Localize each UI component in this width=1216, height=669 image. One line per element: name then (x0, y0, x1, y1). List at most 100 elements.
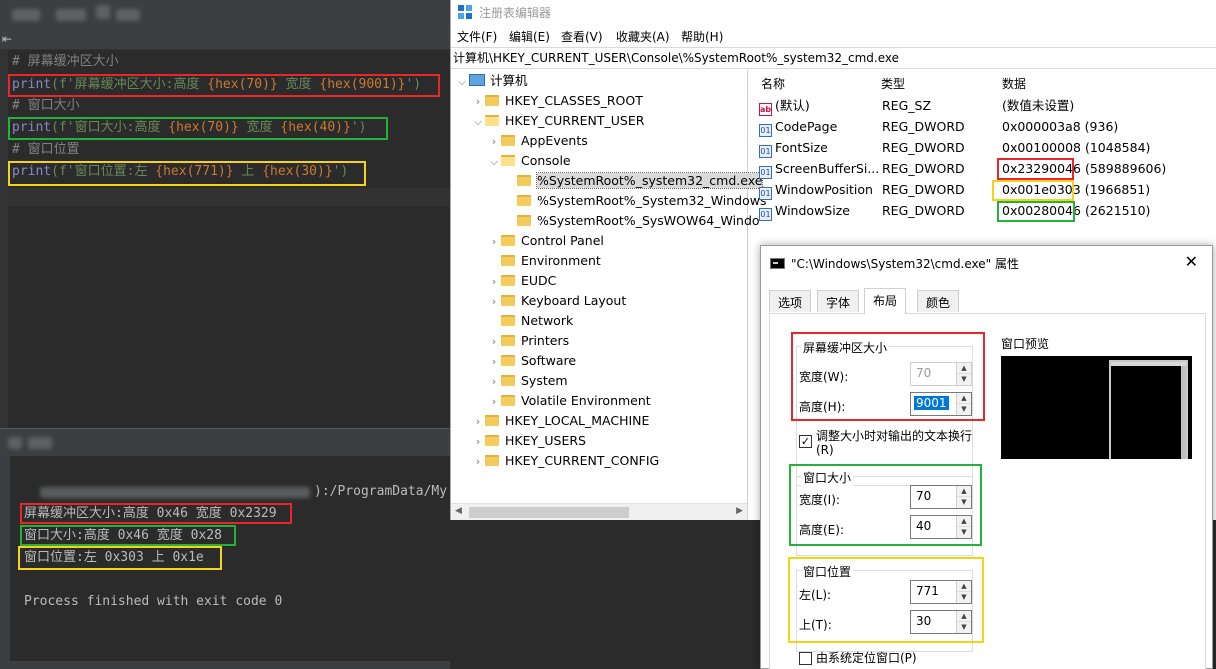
tab-colors[interactable]: 颜色 (917, 290, 960, 312)
tree-item-hku[interactable]: › HKEY_USERS (471, 431, 586, 451)
chevron-up-icon[interactable]: ▲ (957, 486, 971, 497)
tab-layout[interactable]: 布局 (864, 288, 907, 314)
chevron-right-icon[interactable]: › (487, 232, 501, 252)
chevron-down-icon[interactable]: ▼ (957, 527, 971, 538)
tab-font[interactable]: 字体 (817, 290, 860, 312)
stepper-buttons[interactable]: ▲ ▼ (956, 611, 971, 633)
tree-label: Console (521, 153, 571, 168)
scrollbar-thumb[interactable] (469, 507, 629, 518)
address-bar[interactable]: 计算机\HKEY_CURRENT_USER\Console\%SystemRoo… (451, 47, 1216, 69)
tree-item-volatile-environment[interactable]: › Volatile Environment (487, 391, 651, 411)
chevron-down-icon[interactable]: ▼ (957, 592, 971, 603)
scroll-left-icon[interactable]: ◀ (455, 506, 462, 516)
tree-item-appevents[interactable]: › AppEvents (487, 131, 588, 151)
tree-item-hkcu[interactable]: ⌵ HKEY_CURRENT_USER (471, 111, 645, 132)
tree-item-hkcr[interactable]: › HKEY_CLASSES_ROOT (471, 91, 643, 111)
stepper-buttons[interactable]: ▲ ▼ (956, 581, 971, 603)
chevron-right-icon[interactable]: › (471, 412, 485, 432)
tree-horizontal-scrollbar[interactable]: ◀ ▶ (451, 503, 747, 520)
window-top-stepper[interactable]: 30 ▲ ▼ (910, 610, 972, 634)
menu-view[interactable]: 查看(V) (561, 28, 603, 45)
tree-item-console[interactable]: ⌵ Console (487, 151, 571, 171)
value-dec: (589889606) (1084, 161, 1167, 176)
chevron-up-icon[interactable]: ▲ (957, 363, 971, 374)
chevron-right-icon[interactable]: › (487, 292, 501, 312)
tree-item-computer[interactable]: ⌵ 计算机 (455, 71, 528, 91)
tree-item-system[interactable]: › System (487, 371, 568, 391)
chevron-down-icon[interactable]: ▼ (957, 374, 971, 385)
folder-icon (485, 95, 499, 106)
chevron-right-icon[interactable]: › (487, 352, 501, 372)
chevron-up-icon[interactable]: ▲ (957, 393, 971, 404)
value-row[interactable]: 01 FontSize (759, 137, 828, 158)
blurred-title (56, 9, 86, 21)
blurred-title (116, 9, 140, 21)
value-data: 0x00280046 (2621510) (1002, 200, 1150, 221)
registry-tree[interactable]: ⌵ 计算机 › HKEY_CLASSES_ROOT ⌵ HKEY_CURRENT_US… (451, 70, 767, 520)
chevron-right-icon[interactable]: › (487, 332, 501, 352)
tree-item-cmd-selected[interactable]: %SystemRoot%_system32_cmd.exe (503, 171, 764, 191)
tree-item-wow64[interactable]: %SystemRoot%_SysWOW64_Windo (503, 211, 760, 231)
chevron-down-icon[interactable]: ⌵ (455, 72, 469, 92)
chevron-right-icon[interactable]: › (487, 272, 501, 292)
chevron-right-icon[interactable]: › (487, 392, 501, 412)
tree-item-environment[interactable]: Environment (487, 251, 601, 271)
tree-item-network[interactable]: Network (487, 311, 573, 331)
chevron-down-icon[interactable]: ▼ (957, 622, 971, 633)
code-editor[interactable]: # 屏幕缓冲区大小 print(f'屏幕缓冲区大小:高度 {hex(70)} 宽… (0, 50, 450, 428)
chevron-right-icon[interactable]: › (471, 452, 485, 472)
chevron-right-icon[interactable]: › (487, 132, 501, 152)
value-row[interactable]: 01 ScreenBufferSi... (759, 158, 879, 179)
chevron-up-icon[interactable]: ▲ (957, 516, 971, 527)
window-width-stepper[interactable]: 70 ▲ ▼ (910, 485, 972, 509)
chevron-right-icon[interactable]: › (471, 432, 485, 452)
value-row[interactable]: 01 WindowPosition (759, 179, 873, 200)
column-header-type[interactable]: 类型 (881, 75, 905, 92)
window-left-stepper[interactable]: 771 ▲ ▼ (910, 580, 972, 604)
stepper-buttons[interactable]: ▲ ▼ (956, 486, 971, 508)
chevron-down-icon[interactable]: ⌵ (471, 112, 485, 132)
value-row[interactable]: ab (默认) (759, 95, 810, 116)
tree-item-hkcc[interactable]: › HKEY_CURRENT_CONFIG (471, 451, 659, 471)
window-height-stepper[interactable]: 40 ▲ ▼ (910, 515, 972, 539)
run-console[interactable]: ):/ProgramData/My 屏幕缓冲区大小:高度 0x46 宽度 0x2… (10, 456, 450, 669)
folder-icon (517, 195, 531, 206)
tree-item-hklm[interactable]: › HKEY_LOCAL_MACHINE (471, 411, 650, 432)
folder-open-icon (485, 115, 499, 126)
stepper-buttons[interactable]: ▲ ▼ (956, 516, 971, 538)
chevron-right-icon[interactable]: › (487, 372, 501, 392)
chevron-right-icon[interactable]: › (471, 92, 485, 112)
tree-item-keyboard-layout[interactable]: › Keyboard Layout (487, 291, 626, 311)
tab-options[interactable]: 选项 (769, 290, 812, 312)
value-name: WindowSize (775, 203, 850, 218)
close-icon[interactable]: ✕ (1185, 252, 1198, 271)
value-row[interactable]: 01 WindowSize (759, 200, 850, 221)
scroll-right-icon[interactable]: ▶ (736, 506, 743, 516)
menu-edit[interactable]: 编辑(E) (509, 28, 550, 45)
values-pane[interactable]: 名称 类型 数据 ab (默认) REG_SZ (数值未设置) 01 CodePag… (753, 70, 1216, 240)
tree-item-printers[interactable]: › Printers (487, 331, 569, 351)
chevron-up-icon[interactable]: ▲ (957, 611, 971, 622)
chevron-down-icon[interactable]: ⌵ (487, 152, 501, 172)
wrap-text-checkbox[interactable]: ✓ (799, 435, 812, 448)
code-fn: print (12, 164, 52, 179)
column-header-name[interactable]: 名称 (761, 75, 785, 92)
chevron-up-icon[interactable]: ▲ (957, 581, 971, 592)
tree-item-control-panel[interactable]: › Control Panel (487, 231, 604, 251)
tree-item-eudc[interactable]: › EUDC (487, 271, 557, 292)
column-header-data[interactable]: 数据 (1002, 75, 1026, 92)
stepper-buttons[interactable]: ▲ ▼ (956, 393, 971, 415)
tree-item-software[interactable]: › Software (487, 351, 576, 371)
buffer-height-stepper[interactable]: 9001 ▲ ▼ (910, 392, 972, 416)
buffer-width-stepper[interactable]: 70 ▲ ▼ (910, 362, 972, 386)
menu-help[interactable]: 帮助(H) (681, 28, 723, 45)
value-row[interactable]: 01 CodePage (759, 116, 837, 137)
chevron-down-icon[interactable]: ▼ (957, 497, 971, 508)
system-position-checkbox[interactable] (799, 652, 812, 665)
menu-file[interactable]: 文件(F) (457, 28, 497, 45)
folder-icon (485, 415, 499, 426)
menu-favorites[interactable]: 收藏夹(A) (616, 28, 670, 45)
stepper-buttons[interactable]: ▲ ▼ (956, 363, 971, 385)
tree-item-powershell[interactable]: %SystemRoot%_System32_Windows (503, 191, 767, 211)
chevron-down-icon[interactable]: ▼ (957, 404, 971, 415)
